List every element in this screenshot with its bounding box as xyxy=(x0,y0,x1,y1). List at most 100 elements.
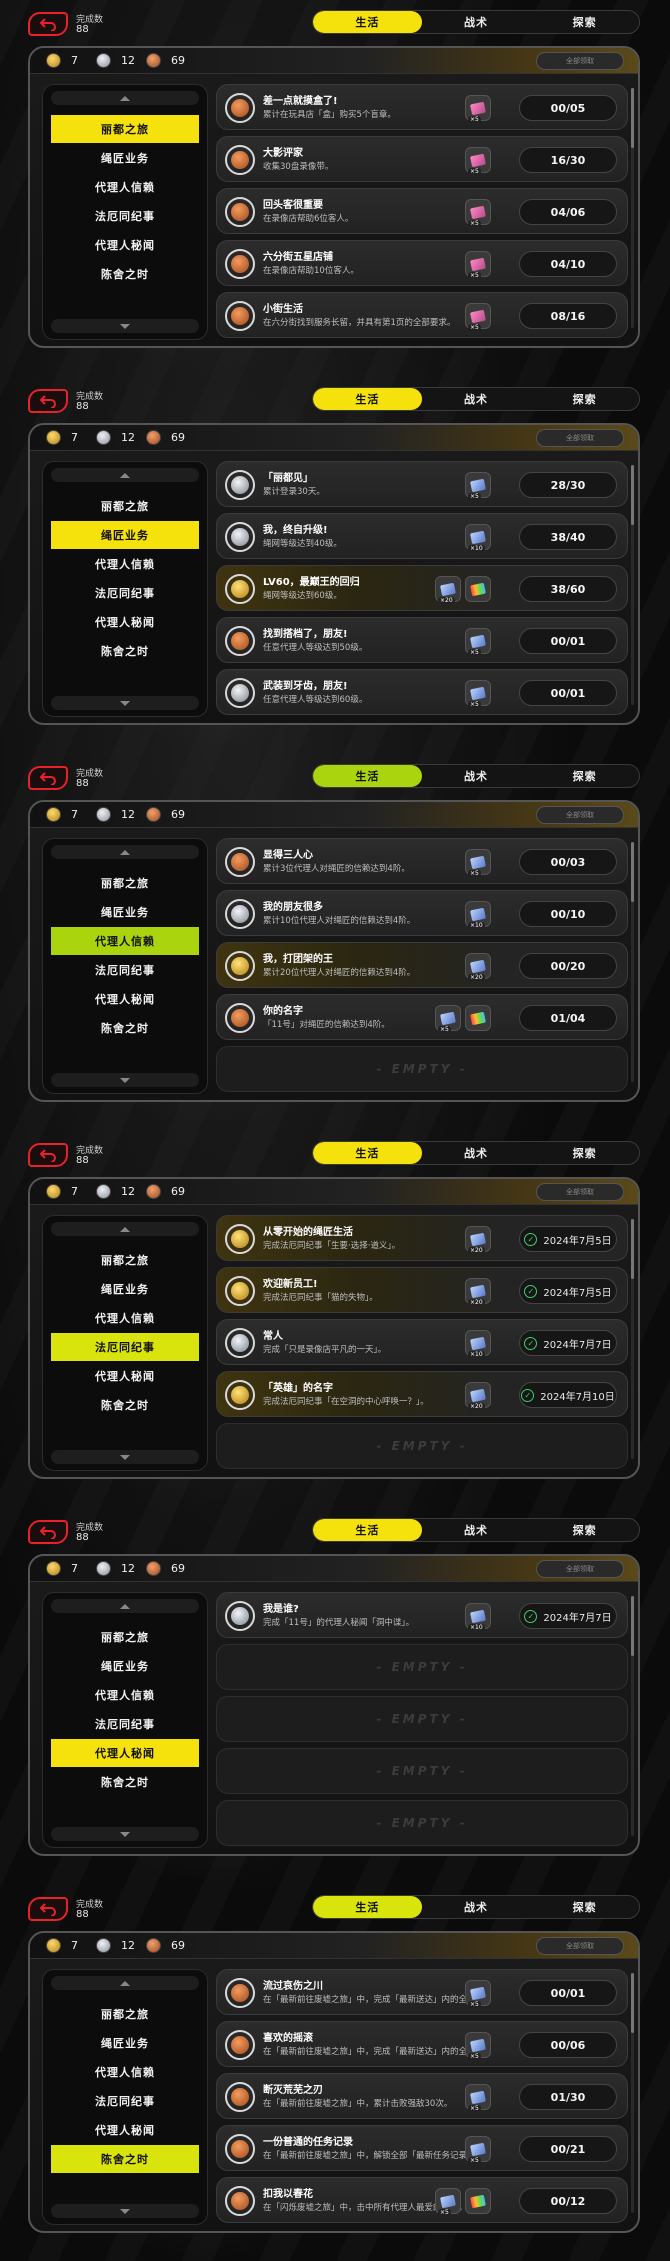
scrollbar-thumb[interactable] xyxy=(631,88,634,148)
task-row[interactable]: 小街生活 在六分街找到服务长留，并具有第1页的全部要求。 ×5 08/16 xyxy=(216,292,628,338)
tab-2[interactable]: 探索 xyxy=(530,1896,639,1918)
claim-all-button[interactable]: 全部领取 xyxy=(536,52,624,70)
back-button[interactable] xyxy=(28,1520,68,1544)
task-row[interactable]: 六分街五星店铺 在录像店帮助10位客人。 ×5 04/10 xyxy=(216,240,628,286)
reward-item[interactable]: ×5 xyxy=(465,147,491,175)
sidebar-item-1[interactable]: 绳匠业务 xyxy=(51,1652,199,1680)
scroll-down-button[interactable] xyxy=(51,1450,199,1464)
scrollbar-thumb[interactable] xyxy=(631,842,634,902)
task-row[interactable]: 找到搭档了，朋友! 任意代理人等级达到50级。 ×5 00/01 xyxy=(216,617,628,663)
tab-1[interactable]: 战术 xyxy=(422,1519,531,1541)
reward-item[interactable] xyxy=(465,1005,491,1031)
claim-all-button[interactable]: 全部领取 xyxy=(536,429,624,447)
sidebar-item-2[interactable]: 代理人信赖 xyxy=(51,927,199,955)
task-row[interactable]: 差一点就摸盒了! 累计在玩具店「盒」购买5个盲章。 ×5 00/05 xyxy=(216,84,628,130)
tab-1[interactable]: 战术 xyxy=(422,765,531,787)
tab-2[interactable]: 探索 xyxy=(530,11,639,33)
task-row[interactable]: 断灭荒芜之刃 在「最新前往废墟之旅」中，累计击败强敌30次。 ×5 01/30 xyxy=(216,2073,628,2119)
reward-item[interactable]: ×5 xyxy=(465,1980,491,2008)
sidebar-item-5[interactable]: 陈舍之时 xyxy=(51,1014,199,1042)
sidebar-item-0[interactable]: 丽都之旅 xyxy=(51,2000,199,2028)
scroll-up-button[interactable] xyxy=(51,468,199,482)
scrollbar-thumb[interactable] xyxy=(631,465,634,525)
sidebar-item-3[interactable]: 法厄同纪事 xyxy=(51,202,199,230)
sidebar-item-5[interactable]: 陈舍之时 xyxy=(51,260,199,288)
sidebar-item-0[interactable]: 丽都之旅 xyxy=(51,1623,199,1651)
tab-2[interactable]: 探索 xyxy=(530,765,639,787)
task-scrollbar[interactable] xyxy=(631,842,634,1082)
task-row[interactable]: 我，终自升级! 绳网等级达到40级。 ×10 38/40 xyxy=(216,513,628,559)
reward-item[interactable]: ×5 xyxy=(465,680,491,708)
sidebar-item-0[interactable]: 丽都之旅 xyxy=(51,1246,199,1274)
sidebar-item-3[interactable]: 法厄同纪事 xyxy=(51,1333,199,1361)
task-row[interactable]: 「英雄」的名字 完成法厄同纪事「在空洞的中心呼唤一？」。 ×20 ✓ 2024年7月10… xyxy=(216,1371,628,1417)
reward-item[interactable]: ×5 xyxy=(435,1005,461,1033)
sidebar-item-2[interactable]: 代理人信赖 xyxy=(51,2058,199,2086)
scroll-up-button[interactable] xyxy=(51,1222,199,1236)
reward-item[interactable]: ×5 xyxy=(435,2188,461,2216)
reward-item[interactable]: ×5 xyxy=(465,2136,491,2164)
sidebar-item-2[interactable]: 代理人信赖 xyxy=(51,1681,199,1709)
task-row[interactable]: 喜欢的摇滚在「最新前往废墟之旅」中，完成「最新送达」内的全部关卡通关。×5 00/… xyxy=(216,2021,628,2067)
task-row[interactable]: 常人 完成「只是录像店平凡的一天」。 ×10 ✓ 2024年7月7日 xyxy=(216,1319,628,1365)
task-row[interactable]: 欢迎新员工! 完成法厄同纪事「猫的失物」。 ×20 ✓ 2024年7月5日 xyxy=(216,1267,628,1313)
task-row[interactable]: 你的名字 「11号」对绳匠的信赖达到4阶。 ×5 01/04 xyxy=(216,994,628,1040)
tab-1[interactable]: 战术 xyxy=(422,11,531,33)
reward-item[interactable]: ×10 xyxy=(465,1603,491,1631)
sidebar-item-5[interactable]: 陈舍之时 xyxy=(51,1768,199,1796)
sidebar-item-4[interactable]: 代理人秘闻 xyxy=(51,985,199,1013)
task-row[interactable]: 扣我以春花 在「闪烁废墟之旅」中，击中所有代理人最爱的互补。 ×5 00/12 xyxy=(216,2177,628,2223)
task-row[interactable]: 大影评家 收集30盘录像带。 ×5 16/30 xyxy=(216,136,628,182)
reward-item[interactable] xyxy=(465,2188,491,2214)
task-row[interactable]: 我，打团架的王 累计20位代理人对绳匠的信赖达到4阶。 ×20 00/20 xyxy=(216,942,628,988)
reward-item[interactable]: ×20 xyxy=(435,576,461,604)
reward-item[interactable]: ×10 xyxy=(465,524,491,552)
scroll-up-button[interactable] xyxy=(51,1599,199,1613)
task-row[interactable]: 我的朋友很多 累计10位代理人对绳匠的信赖达到4阶。 ×10 00/10 xyxy=(216,890,628,936)
tab-1[interactable]: 战术 xyxy=(422,388,531,410)
reward-item[interactable]: ×5 xyxy=(465,2032,491,2060)
scrollbar-thumb[interactable] xyxy=(631,1973,634,2033)
claim-all-button[interactable]: 全部领取 xyxy=(536,1183,624,1201)
back-button[interactable] xyxy=(28,1897,68,1921)
reward-item[interactable]: ×5 xyxy=(465,628,491,656)
reward-item[interactable]: ×20 xyxy=(465,1278,491,1306)
tab-2[interactable]: 探索 xyxy=(530,388,639,410)
claim-all-button[interactable]: 全部领取 xyxy=(536,806,624,824)
task-row[interactable]: 一份普通的任务记录 在「最新前往废墟之旅」中，解锁全部「最新任务记录」。 ×5 00/… xyxy=(216,2125,628,2171)
sidebar-item-4[interactable]: 代理人秘闻 xyxy=(51,608,199,636)
sidebar-item-4[interactable]: 代理人秘闻 xyxy=(51,1362,199,1390)
reward-item[interactable]: ×5 xyxy=(465,303,491,331)
sidebar-item-5[interactable]: 陈舍之时 xyxy=(51,637,199,665)
task-row[interactable]: 「丽都见」 累计登录30天。 ×5 28/30 xyxy=(216,461,628,507)
sidebar-item-2[interactable]: 代理人信赖 xyxy=(51,1304,199,1332)
sidebar-item-1[interactable]: 绳匠业务 xyxy=(51,898,199,926)
task-row[interactable]: 显得三人心 累计3位代理人对绳匠的信赖达到4阶。 ×5 00/03 xyxy=(216,838,628,884)
tab-2[interactable]: 探索 xyxy=(530,1142,639,1164)
task-row[interactable]: 从零开始的绳匠生活 完成法厄同纪事「生要·选择·道义」。 ×20 ✓ 2024年7月5日 xyxy=(216,1215,628,1261)
sidebar-item-1[interactable]: 绳匠业务 xyxy=(51,2029,199,2057)
reward-item[interactable]: ×5 xyxy=(465,95,491,123)
back-button[interactable] xyxy=(28,766,68,790)
reward-item[interactable]: ×5 xyxy=(465,2084,491,2112)
scroll-up-button[interactable] xyxy=(51,1976,199,1990)
reward-item[interactable]: ×10 xyxy=(465,901,491,929)
tab-0[interactable]: 生活 xyxy=(313,765,422,787)
sidebar-item-3[interactable]: 法厄同纪事 xyxy=(51,2087,199,2115)
sidebar-item-3[interactable]: 法厄同纪事 xyxy=(51,579,199,607)
tab-0[interactable]: 生活 xyxy=(313,11,422,33)
back-button[interactable] xyxy=(28,389,68,413)
scroll-up-button[interactable] xyxy=(51,845,199,859)
reward-item[interactable]: ×20 xyxy=(465,1226,491,1254)
sidebar-item-0[interactable]: 丽都之旅 xyxy=(51,492,199,520)
sidebar-item-4[interactable]: 代理人秘闻 xyxy=(51,2116,199,2144)
reward-item[interactable]: ×5 xyxy=(465,251,491,279)
sidebar-item-5[interactable]: 陈舍之时 xyxy=(51,2145,199,2173)
scroll-down-button[interactable] xyxy=(51,1827,199,1841)
sidebar-item-4[interactable]: 代理人秘闻 xyxy=(51,231,199,259)
task-scrollbar[interactable] xyxy=(631,1219,634,1459)
claim-all-button[interactable]: 全部领取 xyxy=(536,1937,624,1955)
task-scrollbar[interactable] xyxy=(631,88,634,328)
task-row[interactable]: 流过哀伤之川在「最新前往废墟之旅」中，完成「最新送达」内的全部关卡通关。×5 00… xyxy=(216,1969,628,2015)
back-button[interactable] xyxy=(28,1143,68,1167)
